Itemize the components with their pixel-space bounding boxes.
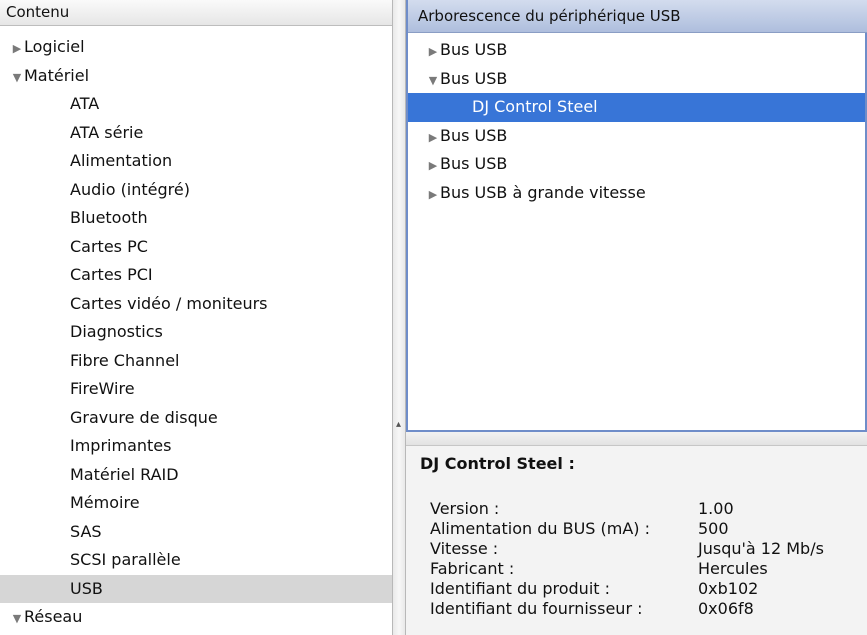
device-info-panel: DJ Control Steel : Version :1.00 Alimenta… xyxy=(406,446,867,635)
usb-bus-item[interactable]: ▼ Bus USB xyxy=(408,65,865,94)
usb-bus-item[interactable]: ▶ Bus USB xyxy=(408,122,865,151)
sidebar-item-sas[interactable]: SAS xyxy=(0,518,392,547)
sidebar-item-label: Matériel xyxy=(24,65,90,85)
usb-bus-item[interactable]: ▶ Bus USB xyxy=(408,150,865,179)
disclosure-triangle-down-icon[interactable]: ▼ xyxy=(10,64,24,93)
sidebar-item-logiciel[interactable]: ▶ Logiciel xyxy=(0,33,392,62)
disclosure-triangle-right-icon[interactable]: ▶ xyxy=(10,35,24,64)
usb-item-label: Bus USB à grande vitesse xyxy=(440,182,646,202)
sidebar-item-scsi-parallele[interactable]: SCSI parallèle xyxy=(0,546,392,575)
property-row: Version : 1.00 xyxy=(430,499,867,519)
disclosure-triangle-right-icon[interactable]: ▶ xyxy=(426,38,440,67)
sidebar-item-label: Bluetooth xyxy=(70,208,148,227)
usb-detail-pane: Arborescence du périphérique USB ▶ Bus US… xyxy=(406,0,867,635)
usb-bus-item[interactable]: ▶ Bus USB xyxy=(408,36,865,65)
property-row: Fabricant : Hercules xyxy=(430,559,867,579)
sidebar-item-ata-serie[interactable]: ATA série xyxy=(0,119,392,148)
usb-tree-header-label: Arborescence du périphérique USB xyxy=(418,7,681,25)
sidebar-item-label: SCSI parallèle xyxy=(70,550,181,569)
sidebar-item-label: USB xyxy=(70,578,103,598)
contents-sidebar: Contenu ▶ Logiciel ▼ Matériel ATA ATA série Al… xyxy=(0,0,392,635)
sidebar-item-cartes-pci[interactable]: Cartes PCI xyxy=(0,261,392,290)
sidebar-item-label: ATA série xyxy=(70,122,144,142)
usb-item-label: Bus USB xyxy=(440,125,508,145)
usb-tree-list: ▶ Bus USB ▼ Bus USB DJ Control Steel ▶ Bus USB… xyxy=(408,36,865,207)
property-value: 1.00 xyxy=(698,499,734,518)
sidebar-item-label: Diagnostics xyxy=(70,322,163,341)
sidebar-item-reseau[interactable]: ▼ Réseau xyxy=(0,603,392,632)
sidebar-item-label: Alimentation xyxy=(70,151,173,170)
usb-item-label: DJ Control Steel xyxy=(472,97,598,116)
usb-device-item[interactable]: DJ Control Steel xyxy=(408,93,865,122)
usb-device-tree: Arborescence du périphérique USB ▶ Bus US… xyxy=(406,0,867,432)
usb-bus-item[interactable]: ▶ Bus USB à grande vitesse xyxy=(408,179,865,208)
property-value: Jusqu'à 12 Mb/s xyxy=(698,539,824,558)
property-label: Version : xyxy=(430,499,500,518)
sidebar-item-fibre-channel[interactable]: Fibre Channel xyxy=(0,347,392,376)
property-value: Hercules xyxy=(698,559,768,578)
vertical-split-handle[interactable]: ▴ xyxy=(392,0,406,635)
sidebar-item-diagnostics[interactable]: Diagnostics xyxy=(0,318,392,347)
split-grip-icon: ▴ xyxy=(396,419,402,430)
disclosure-triangle-down-icon[interactable]: ▼ xyxy=(426,67,440,96)
sidebar-item-label: Fibre Channel xyxy=(70,350,180,370)
contents-column-header[interactable]: Contenu xyxy=(0,0,392,26)
sidebar-item-label: Audio (intégré) xyxy=(70,179,190,199)
device-info-title: DJ Control Steel : xyxy=(420,454,575,473)
sidebar-item-label: Mémoire xyxy=(70,493,140,512)
sidebar-item-label: Imprimantes xyxy=(70,436,172,455)
property-row: Alimentation du BUS (mA) : 500 xyxy=(430,519,867,539)
sidebar-item-usb[interactable]: USB xyxy=(0,574,392,603)
sidebar-item-ata[interactable]: ATA xyxy=(0,90,392,119)
sidebar-item-label: Gravure de disque xyxy=(70,407,218,427)
usb-item-label: Bus USB xyxy=(440,68,508,88)
property-value: 0xb102 xyxy=(698,579,759,598)
sidebar-item-alimentation[interactable]: Alimentation xyxy=(0,147,392,176)
sidebar-item-imprimantes[interactable]: Imprimantes xyxy=(0,432,392,461)
usb-item-label: Bus USB xyxy=(440,40,508,59)
sidebar-item-memoire[interactable]: Mémoire xyxy=(0,489,392,518)
system-profiler-window: Contenu ▶ Logiciel ▼ Matériel ATA ATA série Al… xyxy=(0,0,867,635)
sidebar-item-bluetooth[interactable]: Bluetooth xyxy=(0,204,392,233)
contents-header-label: Contenu xyxy=(6,3,70,21)
sidebar-item-label: Logiciel xyxy=(24,37,85,56)
sidebar-item-gravure-de-disque[interactable]: Gravure de disque xyxy=(0,404,392,433)
sidebar-item-label: Cartes PC xyxy=(70,236,148,256)
sidebar-item-label: FireWire xyxy=(70,379,135,398)
sidebar-item-label: Réseau xyxy=(24,607,83,626)
sidebar-item-cartes-pc[interactable]: Cartes PC xyxy=(0,233,392,262)
sidebar-item-materiel-raid[interactable]: Matériel RAID xyxy=(0,461,392,490)
property-label: Vitesse : xyxy=(430,539,499,558)
sidebar-item-label: Cartes vidéo / moniteurs xyxy=(70,293,268,313)
sidebar-item-label: Cartes PCI xyxy=(70,265,153,284)
device-properties: Version : 1.00 Alimentation du BUS (mA) : 5… xyxy=(430,499,867,619)
sidebar-item-firewire[interactable]: FireWire xyxy=(0,375,392,404)
sidebar-item-materiel[interactable]: ▼ Matériel xyxy=(0,62,392,91)
disclosure-triangle-down-icon[interactable]: ▼ xyxy=(10,605,24,634)
sidebar-item-label: Matériel RAID xyxy=(70,464,179,484)
property-label: Fabricant : xyxy=(430,559,515,578)
property-label: Identifiant du produit : xyxy=(430,579,611,598)
sidebar-item-label: ATA xyxy=(70,94,100,113)
property-value: 0x06f8 xyxy=(698,599,754,618)
property-row: Vitesse : Jusqu'à 12 Mb/s xyxy=(430,539,867,559)
contents-tree: ▶ Logiciel ▼ Matériel ATA ATA série Alimentati… xyxy=(0,33,392,632)
sidebar-item-audio-integre[interactable]: Audio (intégré) xyxy=(0,176,392,205)
property-row: Identifiant du produit : 0xb102 xyxy=(430,579,867,599)
horizontal-split-handle[interactable] xyxy=(406,432,867,446)
property-label: Alimentation du BUS (mA) : xyxy=(430,519,651,538)
property-label: Identifiant du fournisseur : xyxy=(430,599,643,618)
disclosure-triangle-right-icon[interactable]: ▶ xyxy=(426,124,440,153)
property-value: 500 xyxy=(698,519,729,538)
property-row: Identifiant du fournisseur : 0x06f8 xyxy=(430,599,867,619)
disclosure-triangle-right-icon[interactable]: ▶ xyxy=(426,181,440,210)
usb-tree-column-header[interactable]: Arborescence du périphérique USB xyxy=(408,0,867,33)
sidebar-item-cartes-video-moniteurs[interactable]: Cartes vidéo / moniteurs xyxy=(0,290,392,319)
usb-item-label: Bus USB xyxy=(440,154,508,173)
disclosure-triangle-right-icon[interactable]: ▶ xyxy=(426,152,440,181)
sidebar-item-label: SAS xyxy=(70,521,102,541)
